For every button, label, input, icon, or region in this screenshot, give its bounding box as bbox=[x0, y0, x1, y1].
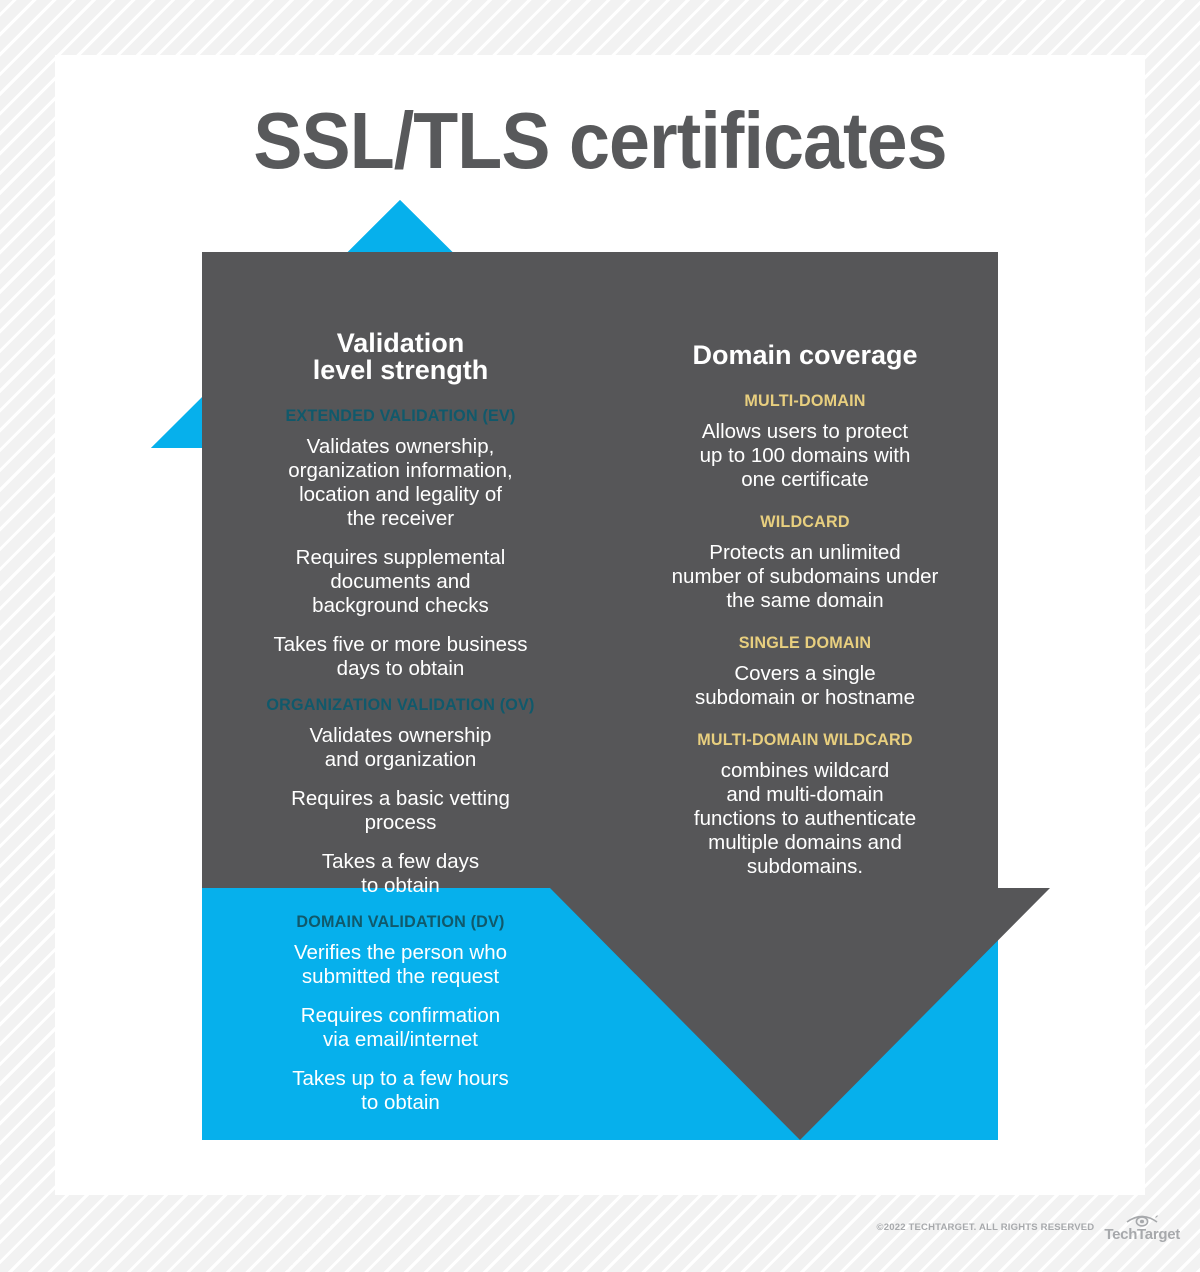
section-label-ev: EXTENDED VALIDATION (EV) bbox=[285, 406, 516, 425]
techtarget-wordmark: TechTarget bbox=[1104, 1226, 1180, 1243]
bullet-dv-2: Requires confirmation via email/internet bbox=[300, 1003, 501, 1051]
section-domain-validation: DOMAIN VALIDATION (DV) Verifies the pers… bbox=[228, 912, 573, 1115]
infographic-stage bbox=[0, 0, 1200, 1272]
section-label-single-domain: SINGLE DOMAIN bbox=[738, 632, 872, 652]
bullet-ev-1: Validates ownership, organization inform… bbox=[288, 435, 513, 530]
bullet-ev-2: Requires supplemental documents and back… bbox=[295, 545, 506, 617]
bullet-single-domain-1: Covers a single subdomain or hostname bbox=[695, 661, 915, 709]
bullet-ov-2: Requires a basic vetting process bbox=[291, 786, 510, 834]
footer: ©2022 TECHTARGET. ALL RIGHTS RESERVED Te… bbox=[0, 1212, 1180, 1243]
column-domain-coverage: Domain coverage MULTI-DOMAIN Allows user… bbox=[640, 342, 970, 899]
section-label-multi-domain: MULTI-DOMAIN bbox=[744, 391, 866, 410]
bullet-wildcard-1: Protects an unlimited number of subdomai… bbox=[671, 540, 939, 612]
section-organization-validation: ORGANIZATION VALIDATION (OV) Validates o… bbox=[228, 695, 573, 898]
bullet-dv-3: Takes up to a few hours to obtain bbox=[292, 1066, 509, 1114]
section-label-ov: ORGANIZATION VALIDATION (OV) bbox=[266, 694, 535, 714]
column-heading-right: Domain coverage bbox=[692, 340, 918, 370]
section-label-wildcard: WILDCARD bbox=[760, 511, 850, 531]
bullet-ov-3: Takes a few days to obtain bbox=[321, 849, 480, 897]
bullet-ov-1: Validates ownership and organization bbox=[309, 723, 492, 771]
eye-icon bbox=[1126, 1215, 1159, 1227]
bullet-ev-3: Takes five or more business days to obta… bbox=[273, 632, 528, 680]
column-validation-level-strength: Validation level strength EXTENDED VALID… bbox=[228, 330, 573, 1129]
section-label-multi-domain-wildcard: MULTI-DOMAIN WILDCARD bbox=[697, 729, 913, 749]
column-heading-left: Validation level strength bbox=[312, 328, 489, 385]
bullet-multi-domain-1: Allows users to protect up to 100 domain… bbox=[699, 420, 911, 491]
section-multi-domain: MULTI-DOMAIN Allows users to protect up … bbox=[640, 391, 970, 492]
bullet-dv-1: Verifies the person who submitted the re… bbox=[293, 940, 508, 988]
copyright-text: ©2022 TECHTARGET. ALL RIGHTS RESERVED bbox=[876, 1222, 1095, 1233]
section-label-dv: DOMAIN VALIDATION (DV) bbox=[296, 911, 505, 931]
techtarget-logo: TechTarget bbox=[1104, 1212, 1180, 1243]
section-multi-domain-wildcard: MULTI-DOMAIN WILDCARD combines wildcard … bbox=[640, 730, 970, 879]
section-wildcard: WILDCARD Protects an unlimited number of… bbox=[640, 512, 970, 613]
bullet-multi-domain-wildcard-1: combines wildcard and multi-domain funct… bbox=[693, 758, 917, 878]
section-extended-validation: EXTENDED VALIDATION (EV) Validates owner… bbox=[228, 406, 573, 681]
section-single-domain: SINGLE DOMAIN Covers a single subdomain … bbox=[640, 633, 970, 710]
